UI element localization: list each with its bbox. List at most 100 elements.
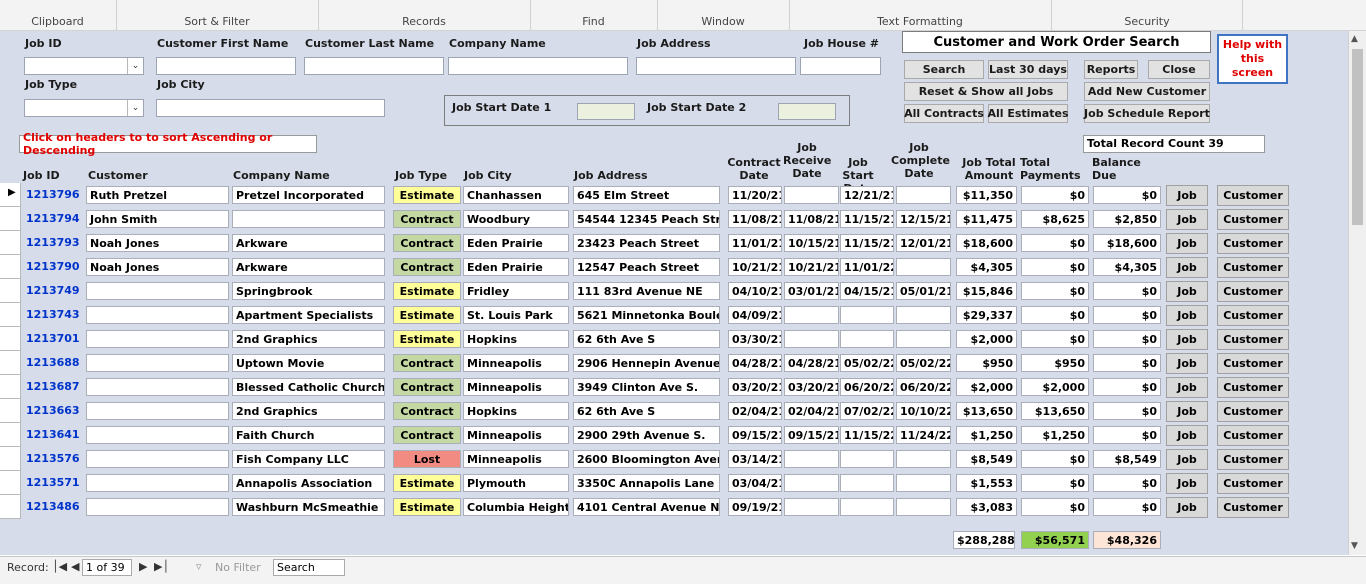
table-row[interactable]: 1213687 Blessed Catholic Church Contract Mi… xyxy=(0,375,1348,399)
header-total-payments[interactable]: Total Payments xyxy=(1020,156,1081,182)
record-selector[interactable] xyxy=(0,231,21,255)
table-row[interactable]: 1213793 Noah Jones Arkware Contract Eden Pra… xyxy=(0,231,1348,255)
last-record-icon[interactable]: ▶│ xyxy=(154,560,169,573)
reset-show-all-button[interactable]: Reset & Show all Jobs xyxy=(904,82,1068,101)
table-row[interactable]: 1213701 2nd Graphics Estimate Hopkins 62 6th… xyxy=(0,327,1348,351)
record-selector[interactable] xyxy=(0,279,21,303)
job-id-combo[interactable]: ⌄ xyxy=(24,57,144,75)
row-job-id[interactable]: 1213663 xyxy=(23,402,85,420)
table-row[interactable]: 1213571 Annapolis Association Estimate Plym… xyxy=(0,471,1348,495)
last-30-days-button[interactable]: Last 30 days xyxy=(988,60,1068,79)
scroll-thumb[interactable] xyxy=(1352,49,1363,225)
table-row[interactable]: 1213688 Uptown Movie Contract Minneapolis 29… xyxy=(0,351,1348,375)
open-job-button[interactable]: Job xyxy=(1166,185,1208,206)
header-balance-due[interactable]: Balance Due xyxy=(1092,156,1141,182)
chevron-down-icon[interactable]: ⌄ xyxy=(127,58,143,74)
open-job-button[interactable]: Job xyxy=(1166,497,1208,518)
open-customer-button[interactable]: Customer xyxy=(1217,425,1289,446)
vertical-scrollbar[interactable]: ▲ ▼ xyxy=(1348,31,1366,555)
open-customer-button[interactable]: Customer xyxy=(1217,377,1289,398)
reports-button[interactable]: Reports xyxy=(1084,60,1138,79)
chevron-down-icon[interactable]: ⌄ xyxy=(127,100,143,116)
table-row[interactable]: 1213576 Fish Company LLC Lost Minneapolis 26… xyxy=(0,447,1348,471)
header-customer[interactable]: Customer xyxy=(88,169,148,182)
open-job-button[interactable]: Job xyxy=(1166,473,1208,494)
row-job-id[interactable]: 1213796 xyxy=(23,186,85,204)
start-date-1-input[interactable] xyxy=(577,103,635,120)
scroll-down-icon[interactable]: ▼ xyxy=(1351,541,1358,551)
header-job-address[interactable]: Job Address xyxy=(574,169,648,182)
row-job-id[interactable]: 1213641 xyxy=(23,426,85,444)
add-customer-button[interactable]: Add New Customer xyxy=(1084,82,1210,101)
record-selector[interactable] xyxy=(0,207,21,231)
header-job-id[interactable]: Job ID xyxy=(23,169,60,182)
all-contracts-button[interactable]: All Contracts xyxy=(904,104,984,123)
open-customer-button[interactable]: Customer xyxy=(1217,257,1289,278)
first-name-input[interactable] xyxy=(156,57,296,75)
job-house-input[interactable] xyxy=(800,57,881,75)
table-row[interactable]: 1213790 Noah Jones Arkware Contract Eden Pra… xyxy=(0,255,1348,279)
header-receive-date[interactable]: Job Receive Date xyxy=(783,141,831,180)
record-selector[interactable] xyxy=(0,255,21,279)
open-job-button[interactable]: Job xyxy=(1166,449,1208,470)
header-total-amount[interactable]: Job Total Amount xyxy=(959,156,1019,182)
table-row[interactable]: 1213743 Apartment Specialists Estimate St. … xyxy=(0,303,1348,327)
record-selector[interactable] xyxy=(0,447,21,471)
open-customer-button[interactable]: Customer xyxy=(1217,329,1289,350)
table-row[interactable]: 1213749 Springbrook Estimate Fridley 111 83r… xyxy=(0,279,1348,303)
row-job-id[interactable]: 1213794 xyxy=(23,210,85,228)
row-job-id[interactable]: 1213571 xyxy=(23,474,85,492)
open-customer-button[interactable]: Customer xyxy=(1217,473,1289,494)
row-job-id[interactable]: 1213688 xyxy=(23,354,85,372)
table-row[interactable]: 1213641 Faith Church Contract Minneapolis 29… xyxy=(0,423,1348,447)
start-date-2-input[interactable] xyxy=(778,103,836,120)
open-job-button[interactable]: Job xyxy=(1166,425,1208,446)
open-job-button[interactable]: Job xyxy=(1166,353,1208,374)
first-record-icon[interactable]: │◀ xyxy=(52,560,67,573)
no-filter-toggle[interactable]: No Filter xyxy=(215,561,261,574)
open-job-button[interactable]: Job xyxy=(1166,209,1208,230)
record-position[interactable]: 1 of 39 xyxy=(82,559,132,576)
row-job-id[interactable]: 1213576 xyxy=(23,450,85,468)
open-customer-button[interactable]: Customer xyxy=(1217,233,1289,254)
record-selector[interactable] xyxy=(0,375,21,399)
record-selector[interactable] xyxy=(0,471,21,495)
open-job-button[interactable]: Job xyxy=(1166,305,1208,326)
record-selector[interactable] xyxy=(0,351,21,375)
status-search-input[interactable]: Search xyxy=(273,559,345,576)
open-customer-button[interactable]: Customer xyxy=(1217,497,1289,518)
scroll-up-icon[interactable]: ▲ xyxy=(1351,34,1358,44)
help-button[interactable]: Help with this screen xyxy=(1217,34,1288,84)
record-selector[interactable]: ▶ xyxy=(0,183,21,207)
record-selector[interactable] xyxy=(0,303,21,327)
open-job-button[interactable]: Job xyxy=(1166,257,1208,278)
row-job-id[interactable]: 1213687 xyxy=(23,378,85,396)
record-selector[interactable] xyxy=(0,327,21,351)
open-job-button[interactable]: Job xyxy=(1166,401,1208,422)
header-company[interactable]: Company Name xyxy=(233,169,330,182)
open-job-button[interactable]: Job xyxy=(1166,281,1208,302)
row-job-id[interactable]: 1213790 xyxy=(23,258,85,276)
header-job-city[interactable]: Job City xyxy=(464,169,512,182)
job-address-input[interactable] xyxy=(636,57,796,75)
header-contract-date[interactable]: Contract Date xyxy=(727,156,781,182)
open-job-button[interactable]: Job xyxy=(1166,233,1208,254)
open-customer-button[interactable]: Customer xyxy=(1217,449,1289,470)
record-selector[interactable] xyxy=(0,399,21,423)
open-customer-button[interactable]: Customer xyxy=(1217,305,1289,326)
table-row[interactable]: 1213794 John Smith Contract Woodbury 54544 1… xyxy=(0,207,1348,231)
record-selector[interactable] xyxy=(0,495,21,519)
row-job-id[interactable]: 1213701 xyxy=(23,330,85,348)
open-customer-button[interactable]: Customer xyxy=(1217,185,1289,206)
row-job-id[interactable]: 1213743 xyxy=(23,306,85,324)
header-job-type[interactable]: Job Type xyxy=(395,169,447,182)
search-button[interactable]: Search xyxy=(904,60,984,79)
row-job-id[interactable]: 1213486 xyxy=(23,498,85,516)
next-record-icon[interactable]: ▶ xyxy=(139,560,147,573)
open-customer-button[interactable]: Customer xyxy=(1217,401,1289,422)
job-schedule-report-button[interactable]: Job Schedule Report xyxy=(1084,104,1210,123)
all-estimates-button[interactable]: All Estimates xyxy=(987,104,1069,123)
table-row[interactable]: 1213486 Washburn McSmeathie Estimate Columb… xyxy=(0,495,1348,519)
header-complete-date[interactable]: Job Complete Date xyxy=(891,141,950,180)
record-selector[interactable] xyxy=(0,423,21,447)
